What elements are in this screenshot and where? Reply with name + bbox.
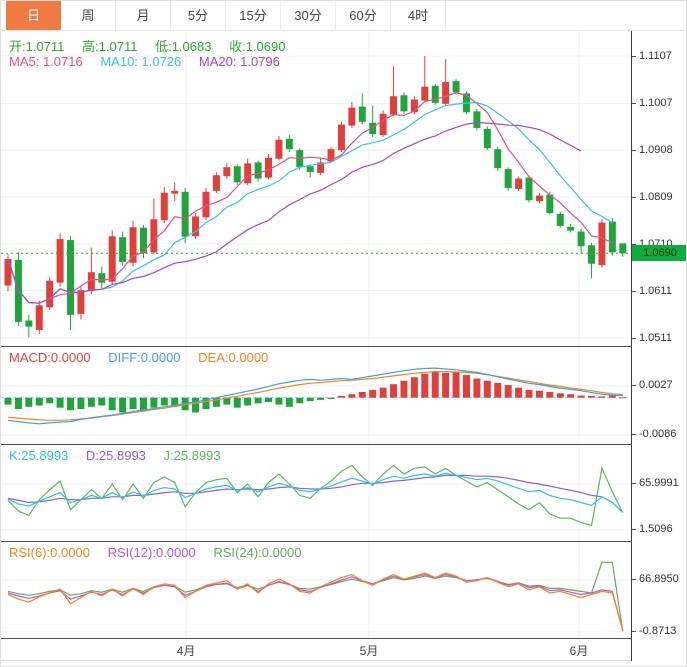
axis-tick [632,385,636,386]
axis-tick-label: 1.0611 [639,285,672,297]
kdj-panel: K:25.8993 D:25.8993 J:25.8993 [1,444,631,541]
main-chart-panel: 开:1.0711 高:1.0711 低:1.0683 收:1.0690 MA5:… [1,31,631,346]
axis-tick-label: 1.0809 [639,191,673,203]
month-label-april: 4月 [177,642,196,659]
axis-tick-label: -0.8713 [639,625,676,637]
j-value: J:25.8993 [164,448,221,463]
rsi12-value: RSI(12):0.0000 [108,545,196,560]
axis-tick-label: 65.9991 [639,477,679,489]
axis-tick [632,197,636,198]
macd-panel: MACD:0.0000 DIFF:0.0000 DEA:0.0000 [1,346,631,444]
dea-value: DEA:0.0000 [198,350,268,365]
rsi24-value: RSI(24):0.0000 [213,545,301,560]
axis-tick [632,150,636,151]
time-axis: 4月 5月 6月 [1,638,631,661]
kdj-readout: K:25.8993 D:25.8993 J:25.8993 [9,448,235,463]
tab-15min[interactable]: 15分 [226,1,281,30]
tab-5min[interactable]: 5分 [171,1,226,30]
rsi-panel: RSI(6):0.0000 RSI(12):0.0000 RSI(24):0.0… [1,541,631,638]
axis-tick [632,529,636,530]
axis-tick [632,434,636,435]
tab-60min[interactable]: 60分 [336,1,391,30]
axis-tick-label: -0.0086 [639,428,676,440]
low-value: 低:1.0683 [155,39,211,54]
current-price-tag: 1.0690 [632,245,687,261]
axis-tick-label: 1.1007 [639,97,673,109]
rsi6-value: RSI(6):0.0000 [9,545,90,560]
rsi-readout: RSI(6):0.0000 RSI(12):0.0000 RSI(24):0.0… [9,545,316,560]
bottom-strip [1,661,687,667]
month-label-june: 6月 [570,642,589,659]
tab-week[interactable]: 周 [61,1,116,30]
trading-chart-app: 日 周 月 5分 15分 30分 60分 4时 开:1.0711 高:1.071… [0,0,687,667]
macd-value: MACD:0.0000 [9,350,91,365]
month-label-may: 5月 [360,642,379,659]
ma10-value: MA10: 1.0726 [100,54,181,69]
axis-tick [632,579,636,580]
open-value: 开:1.0711 [9,39,64,54]
axis-tick-label: 1.0511 [639,332,672,344]
diff-value: DIFF:0.0000 [108,350,180,365]
price-axis: 1.0690 1.11071.10071.09081.08091.07101.0… [631,31,687,661]
ma5-value: MA5: 1.0716 [9,54,83,69]
ma-readout: MA5: 1.0716 MA10: 1.0726 MA20: 1.0796 [9,54,294,69]
axis-tick [632,103,636,104]
k-value: K:25.8993 [9,448,68,463]
axis-tick-label: 1.0908 [639,144,673,156]
axis-tick-label: 66.8950 [639,573,679,585]
tab-day[interactable]: 日 [6,1,61,30]
axis-tick [632,631,636,632]
axis-tick-label: 0.0027 [639,379,673,391]
axis-tick [632,56,636,57]
axis-tick-label: 1.1107 [639,50,672,62]
macd-readout: MACD:0.0000 DIFF:0.0000 DEA:0.0000 [9,350,282,365]
timeframe-tabbar: 日 周 月 5分 15分 30分 60分 4时 [1,1,686,31]
axis-tick [632,291,636,292]
high-value: 高:1.0711 [82,39,137,54]
axis-tick [632,338,636,339]
ma20-value: MA20: 1.0796 [199,54,280,69]
axis-tick-label: 1.5096 [639,523,673,535]
tab-month[interactable]: 月 [116,1,171,30]
d-value: D:25.8993 [86,448,146,463]
tab-30min[interactable]: 30分 [281,1,336,30]
axis-tick [632,483,636,484]
close-value: 收:1.0690 [229,39,285,54]
candlestick-chart[interactable] [1,31,631,346]
ohlc-readout: 开:1.0711 高:1.0711 低:1.0683 收:1.0690 [9,36,299,55]
tab-4hour[interactable]: 4时 [391,1,446,30]
